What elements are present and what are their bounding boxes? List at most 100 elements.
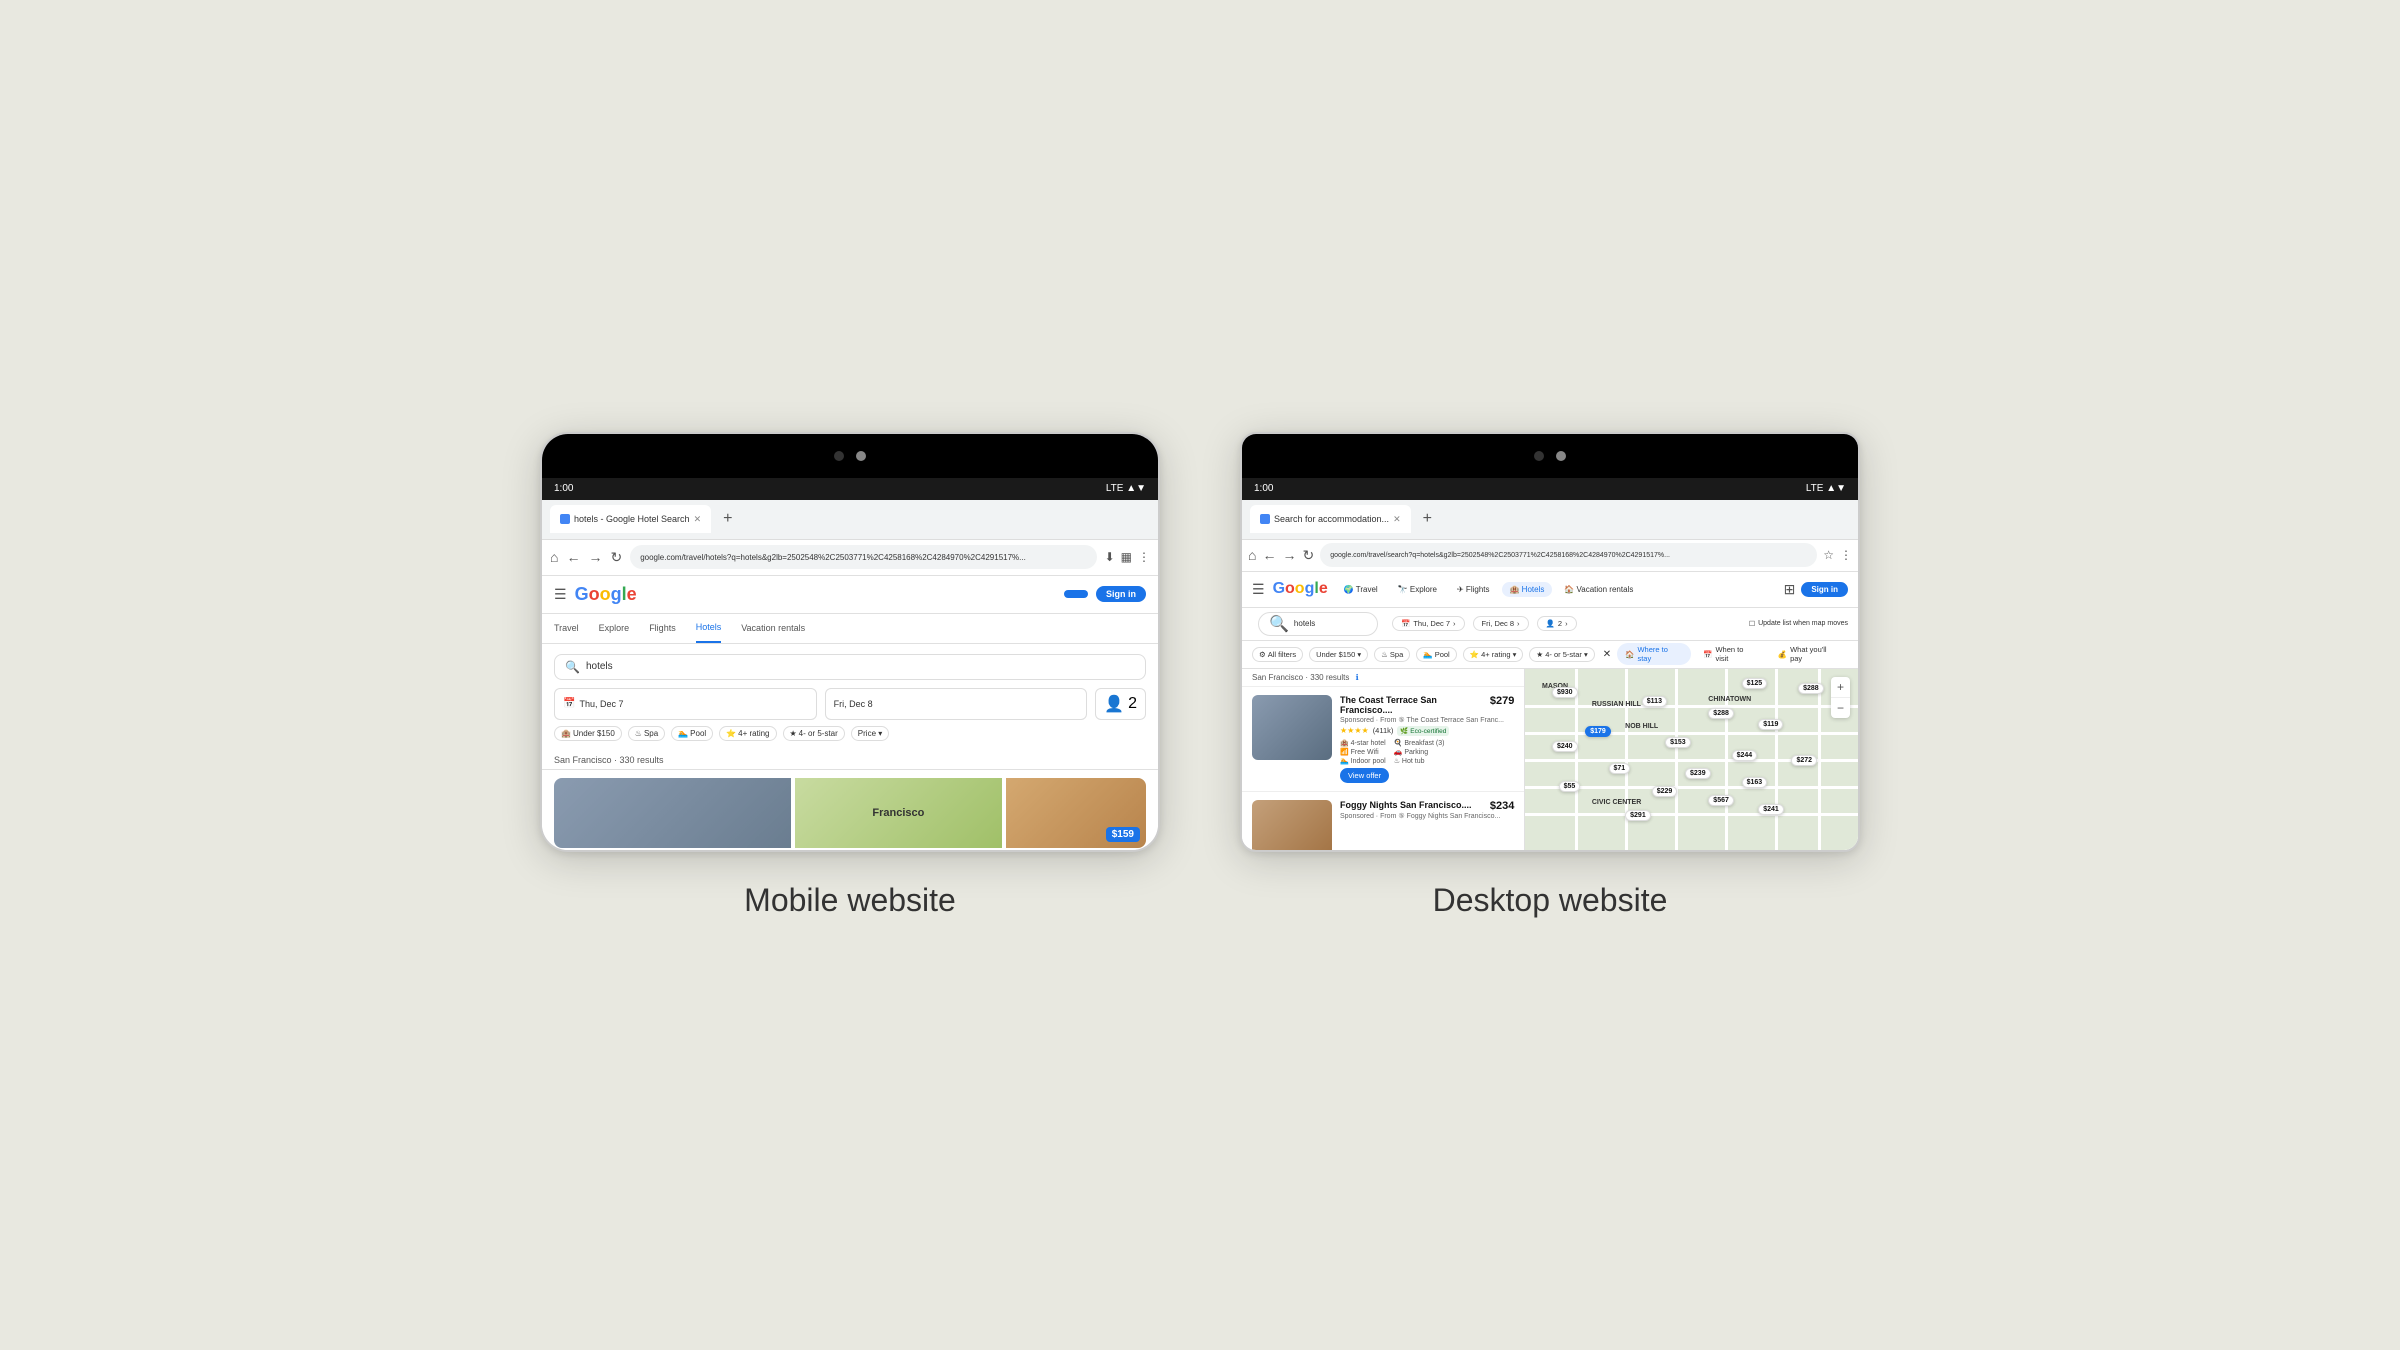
desktop-tab-hotels[interactable]: 🏨 Hotels <box>1502 582 1553 597</box>
tablet-dot-left <box>834 451 844 461</box>
desktop-sign-in-button[interactable]: Sign in <box>1801 582 1848 597</box>
mobile-filter-pool[interactable]: 🏊 Pool <box>671 726 713 741</box>
desktop-results-header: San Francisco · 330 results ℹ <box>1242 669 1524 687</box>
desktop-hamburger-icon[interactable]: ☰ <box>1252 581 1265 598</box>
update-map-checkbox[interactable]: ☐ Update list when map moves <box>1749 620 1848 628</box>
desktop-new-tab-icon[interactable]: + <box>1417 510 1438 528</box>
desktop-filter-price[interactable]: Under $150 ▾ <box>1309 647 1368 662</box>
map-price-8[interactable]: $71 <box>1609 763 1631 774</box>
map-price-17[interactable]: $125 <box>1742 678 1768 689</box>
mobile-url-bar[interactable]: google.com/travel/hotels?q=hotels&g2lb=2… <box>630 545 1096 569</box>
map-price-18[interactable]: $288 <box>1798 683 1824 694</box>
more-icon[interactable]: ⋮ <box>1138 550 1150 564</box>
desktop-tab-close[interactable]: ✕ <box>1393 514 1401 525</box>
mobile-search-bar[interactable]: 🔍 hotels <box>554 654 1146 680</box>
zoom-out-button[interactable]: − <box>1831 698 1850 718</box>
desktop-back-icon[interactable]: ← <box>1262 547 1276 563</box>
map-price-14[interactable]: $567 <box>1708 795 1734 806</box>
desktop-home-icon[interactable]: ⌂ <box>1248 547 1256 563</box>
mobile-tab-explore[interactable]: Explore <box>599 614 630 643</box>
desktop-filter-star[interactable]: ★ 4- or 5-star ▾ <box>1529 647 1594 662</box>
mobile-tab-flights[interactable]: Flights <box>649 614 676 643</box>
search-icon: 🔍 <box>565 660 580 674</box>
mobile-guests-field[interactable]: 👤 2 <box>1095 688 1146 720</box>
mobile-filter-wi[interactable]: 🏨 Under $150 <box>554 726 622 741</box>
zoom-in-button[interactable]: + <box>1831 677 1850 698</box>
map-price-13[interactable]: $163 <box>1742 777 1768 788</box>
desktop-reload-icon[interactable]: ↻ <box>1302 547 1314 564</box>
desktop-browser-tab[interactable]: Search for accommodation... ✕ <box>1250 505 1411 533</box>
hamburger-icon[interactable]: ☰ <box>554 586 567 603</box>
mobile-tablet: 1:00 LTE ▲▼ hotels - Google Hotel Search… <box>540 432 1160 852</box>
download-icon[interactable]: ⬇ <box>1105 550 1115 564</box>
map-price-11[interactable]: $55 <box>1559 781 1581 792</box>
desktop-checkout-field[interactable]: Fri, Dec 8 › <box>1473 616 1529 631</box>
mobile-browser-tab[interactable]: hotels - Google Hotel Search ✕ <box>550 505 711 533</box>
new-tab-icon[interactable]: + <box>717 510 738 528</box>
desktop-filter-rating[interactable]: ⭐ 4+ rating ▾ <box>1463 647 1524 662</box>
desktop-forward-icon[interactable]: → <box>1282 547 1296 563</box>
reload-icon[interactable]: ↻ <box>610 549 622 566</box>
map-price-5[interactable]: $153 <box>1665 737 1691 748</box>
sign-in-label[interactable]: Sign in <box>1096 586 1146 602</box>
desktop-bookmark-icon[interactable]: ☆ <box>1823 548 1834 562</box>
map-price-10[interactable]: $272 <box>1791 755 1817 766</box>
desktop-filter-spa[interactable]: ♨ Spa <box>1374 647 1410 662</box>
desktop-view-offer-btn[interactable]: View offer <box>1340 768 1389 783</box>
mobile-tab-vacation[interactable]: Vacation rentals <box>741 614 805 643</box>
map-price-1[interactable]: $930 <box>1552 687 1578 698</box>
amenity-hottub: ♨ Hot tub <box>1394 757 1445 765</box>
mobile-filter-price[interactable]: Price ▾ <box>851 726 889 741</box>
when-to-visit-tab[interactable]: 📅 When to visit <box>1695 643 1766 665</box>
desktop-more-icon[interactable]: ⋮ <box>1840 548 1852 562</box>
map-label-russian-hill: RUSSIAN HILL <box>1592 701 1641 708</box>
map-price-7[interactable]: $244 <box>1732 750 1758 761</box>
mobile-tab-travel[interactable]: Travel <box>554 614 579 643</box>
money-icon: 💰 <box>1778 650 1787 659</box>
desktop-tab-flights[interactable]: ✈ Flights <box>1449 582 1498 597</box>
map-price-2[interactable]: $113 <box>1642 696 1667 707</box>
map-price-19[interactable]: $240 <box>1552 741 1578 752</box>
mobile-filter-spa[interactable]: ♨ Spa <box>628 726 665 741</box>
filter-close-icon[interactable]: ✕ <box>1603 649 1611 660</box>
results-info-icon[interactable]: ℹ <box>1356 673 1359 682</box>
mobile-filter-star[interactable]: ★ 4- or 5-star <box>783 726 845 741</box>
desktop-checkin-field[interactable]: 📅 Thu, Dec 7 › <box>1392 616 1465 631</box>
forward-icon[interactable]: → <box>588 549 602 565</box>
where-to-stay-tab[interactable]: 🏠 Where to stay <box>1617 643 1691 665</box>
back-icon[interactable]: ← <box>566 549 580 565</box>
desktop-map[interactable]: MASON RUSSIAN HILL NOB HILL CHINATOWN CI… <box>1525 669 1858 850</box>
map-price-15[interactable]: $291 <box>1625 810 1651 821</box>
desktop-google-logo: Google <box>1273 580 1328 598</box>
desktop-tab-travel[interactable]: 🌍 Travel <box>1336 582 1386 597</box>
mobile-tab-hotels[interactable]: Hotels <box>696 614 722 643</box>
desktop-status-time: 1:00 <box>1254 483 1273 494</box>
what-youll-pay-tab[interactable]: 💰 What you'll pay <box>1770 643 1848 665</box>
desktop-hotel-item-2[interactable]: Foggy Nights San Francisco.... $234 Spon… <box>1242 792 1524 850</box>
eco-certified-badge: 🌿 Eco-certified <box>1397 726 1449 736</box>
desktop-tab-explore[interactable]: 🔭 Explore <box>1390 582 1445 597</box>
desktop-guests-field[interactable]: 👤 2 › <box>1537 616 1577 631</box>
desktop-search-bar[interactable]: 🔍 hotels <box>1258 612 1378 636</box>
tab-close-icon[interactable]: ✕ <box>694 514 702 525</box>
mobile-hotel-card[interactable]: Francisco $159 The Goldrush Inn San Fran… <box>542 770 1158 850</box>
cast-icon[interactable]: ▦ <box>1121 550 1132 564</box>
map-price-12[interactable]: $229 <box>1652 786 1678 797</box>
desktop-tab-vacation[interactable]: 🏠 Vacation rentals <box>1556 582 1641 597</box>
desktop-url-bar[interactable]: google.com/travel/search?q=hotels&g2lb=2… <box>1320 543 1817 567</box>
map-price-9[interactable]: $239 <box>1685 768 1711 779</box>
mobile-checkout-field[interactable]: Fri, Dec 8 <box>825 688 1088 720</box>
map-price-6[interactable]: $119 <box>1758 719 1783 730</box>
map-price-3[interactable]: $288 <box>1708 708 1734 719</box>
mobile-sign-in-button[interactable] <box>1064 590 1088 598</box>
mobile-checkin-field[interactable]: 📅 Thu, Dec 7 <box>554 688 817 720</box>
desktop-grid-icon[interactable]: ⊞ <box>1784 581 1796 598</box>
home-icon[interactable]: ⌂ <box>550 549 558 565</box>
map-price-16[interactable]: $241 <box>1758 804 1784 815</box>
mobile-filter-rating[interactable]: ⭐ 4+ rating <box>719 726 776 741</box>
desktop-filter-all[interactable]: ⚙ All filters <box>1252 647 1303 662</box>
desktop-google-header: ☰ Google 🌍 Travel 🔭 Explore ✈ Flights 🏨 … <box>1242 572 1858 608</box>
desktop-filter-pool[interactable]: 🏊 Pool <box>1416 647 1456 662</box>
map-price-4-active[interactable]: $179 <box>1585 726 1611 737</box>
desktop-hotel-item-1[interactable]: The Coast Terrace San Francisco.... $279… <box>1242 687 1524 792</box>
